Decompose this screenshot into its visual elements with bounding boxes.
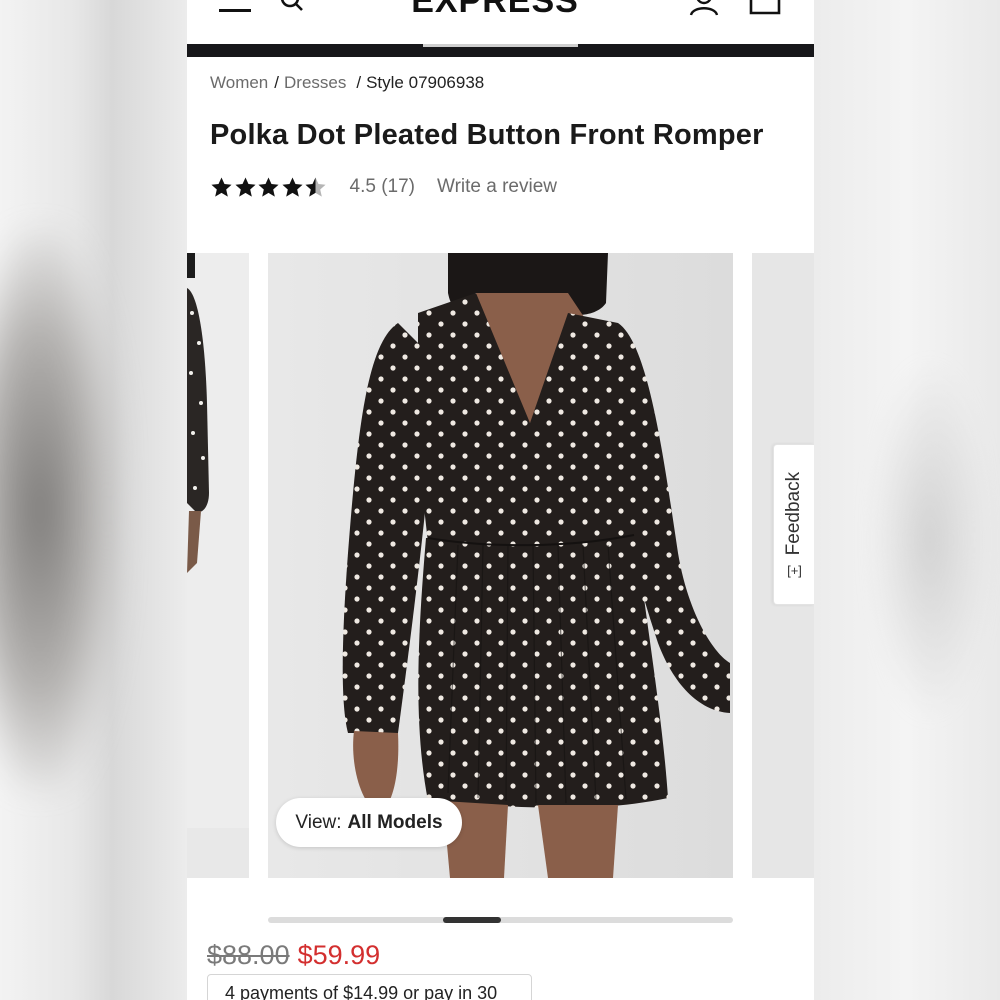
search-icon[interactable]: [279, 0, 305, 14]
installment-payment-info[interactable]: 4 payments of $14.99 or pay in 30: [207, 974, 532, 1000]
rating-row: 4.5 (17) Write a review: [210, 174, 557, 200]
feedback-label: Feedback: [783, 471, 804, 555]
page-load-indicator: [423, 44, 578, 47]
original-price: $88.00: [207, 940, 290, 970]
rating-summary[interactable]: 4.5 (17): [350, 176, 416, 198]
write-review-link[interactable]: Write a review: [437, 176, 557, 198]
rating-value: 4.5: [349, 176, 376, 197]
star-full-icon: [211, 176, 232, 197]
main-product-image[interactable]: [268, 253, 733, 878]
breadcrumb-separator: /: [274, 73, 279, 92]
carousel-scroll-thumb[interactable]: [443, 917, 501, 923]
backdrop-left: [0, 0, 187, 1000]
hamburger-menu-icon[interactable]: [219, 0, 253, 16]
view-value: All Models: [347, 811, 443, 833]
feedback-tab[interactable]: [+] Feedback: [773, 444, 814, 605]
view-models-button[interactable]: View: All Models: [276, 798, 462, 847]
star-half-icon: [305, 176, 326, 197]
review-count: (17): [381, 176, 415, 197]
shopping-bag-icon[interactable]: [749, 0, 781, 16]
star-full-icon: [281, 176, 303, 197]
breadcrumb-women[interactable]: Women: [210, 73, 268, 92]
breadcrumb-dresses[interactable]: Dresses: [284, 73, 346, 92]
site-header: EXPRESS: [187, 0, 814, 57]
breadcrumb-separator: /: [356, 73, 362, 92]
feedback-expand-icon: [+]: [786, 562, 802, 578]
previous-image-slide[interactable]: [187, 253, 249, 878]
backdrop-right: [814, 0, 1000, 1000]
product-photo-partial: [187, 253, 249, 878]
star-full-icon: [234, 176, 256, 197]
breadcrumb: Women / Dresses / Style 07906938: [210, 73, 484, 93]
product-title: Polka Dot Pleated Button Front Romper: [210, 119, 764, 151]
sale-price: $59.99: [297, 940, 381, 970]
product-image-carousel[interactable]: [187, 253, 814, 878]
carousel-scrollbar[interactable]: [268, 917, 733, 923]
star-rating[interactable]: [210, 176, 328, 199]
phone-screen: EXPRESS Women / Dresses / Style 07906938 Pol…: [187, 0, 814, 1000]
account-icon[interactable]: [689, 0, 719, 16]
breadcrumb-style-number: Style 07906938: [366, 73, 485, 92]
view-prefix: View:: [295, 811, 342, 833]
price-row: $88.00 $59.99: [207, 940, 380, 971]
model-wearing-romper-photo: [268, 253, 733, 878]
brand-logo[interactable]: EXPRESS: [405, 0, 585, 18]
star-full-icon: [258, 176, 279, 197]
